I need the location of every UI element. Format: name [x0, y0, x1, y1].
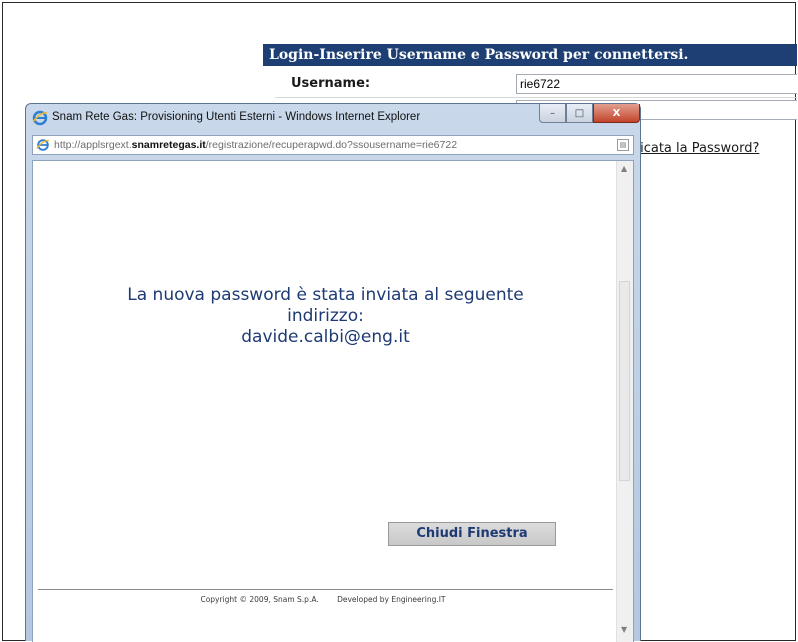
message-line-2: indirizzo: [287, 306, 364, 326]
message-line-1: La nuova password è stata inviata al seg… [127, 285, 524, 305]
window-controls: – □ X [539, 104, 640, 124]
username-label: Username: [291, 76, 371, 91]
address-url: http://applsrgext.snamretegas.it/registr… [54, 139, 457, 151]
row-divider [275, 97, 797, 98]
ie-page-icon [36, 139, 50, 151]
url-domain: snamretegas.it [131, 139, 206, 151]
minimize-button[interactable]: – [539, 104, 566, 123]
copyright-text: Copyright © 2009, Snam S.p.A. [200, 595, 319, 604]
popup-content: La nuova password è stata inviata al seg… [32, 160, 634, 642]
footer-divider [38, 589, 613, 590]
vertical-scrollbar[interactable]: ▲ ▼ [616, 161, 633, 642]
confirmation-message: La nuova password è stata inviata al seg… [33, 285, 618, 348]
url-prefix: http://applsrgext. [54, 139, 132, 151]
address-bar[interactable]: http://applsrgext.snamretegas.it/registr… [32, 135, 634, 155]
developed-by-text: Developed by Engineering.IT [337, 595, 446, 604]
compat-icon[interactable]: ▤ [617, 139, 629, 151]
popup-window: Snam Rete Gas: Provisioning Utenti Ester… [25, 103, 641, 642]
message-email: davide.calbi@eng.it [241, 327, 410, 347]
maximize-button[interactable]: □ [566, 104, 593, 123]
login-header: Login-Inserire Username e Password per c… [263, 44, 797, 66]
chiudi-finestra-button[interactable]: Chiudi Finestra [388, 522, 556, 546]
scroll-down-icon[interactable]: ▼ [621, 625, 627, 634]
url-suffix: /registrazione/recuperapwd.do?ssousernam… [205, 139, 458, 151]
window-title: Snam Rete Gas: Provisioning Utenti Ester… [52, 111, 421, 123]
scroll-thumb[interactable] [619, 281, 630, 481]
forgot-password-link[interactable]: ticata la Password? [635, 141, 759, 156]
footer: Copyright © 2009, Snam S.p.A. Developed … [33, 595, 613, 604]
scroll-up-icon[interactable]: ▲ [621, 164, 627, 173]
close-window-button[interactable]: X [593, 104, 640, 123]
ie-icon [32, 110, 48, 126]
username-field[interactable]: rie6722 [516, 74, 797, 94]
